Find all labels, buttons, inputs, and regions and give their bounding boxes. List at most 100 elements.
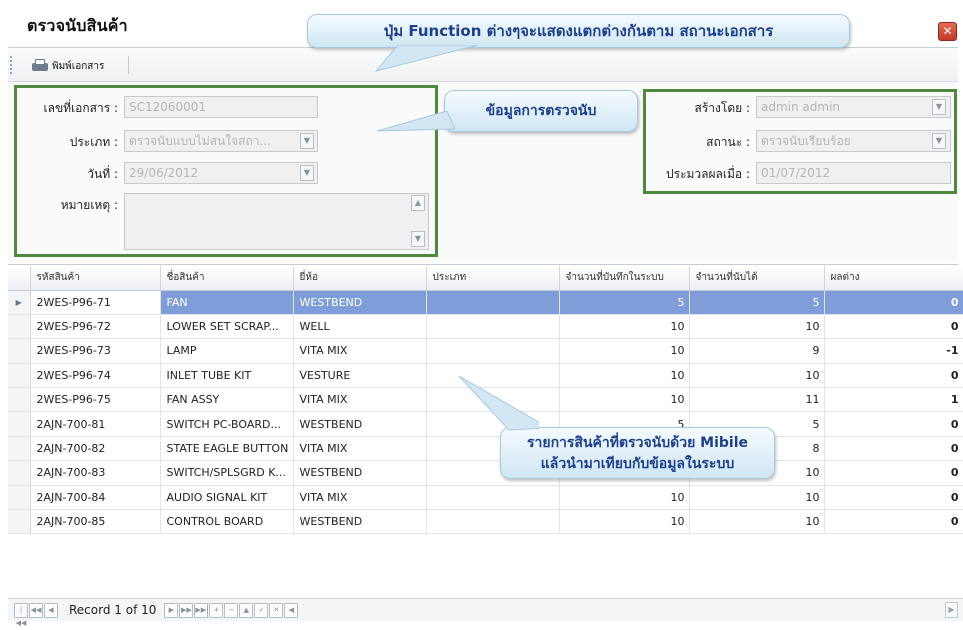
column-header-counted-qty[interactable]: จำนวนที่นับได้ — [689, 266, 825, 291]
row-indicator[interactable] — [8, 509, 31, 535]
cell-name[interactable]: SWITCH/SPLSGRD K... — [160, 460, 294, 486]
delete-record-button[interactable]: − — [224, 602, 239, 618]
first-record-button[interactable]: |◀◀ — [14, 602, 28, 627]
cell-name[interactable]: STATE EAGLE BUTTON — [160, 436, 294, 462]
type-field[interactable]: ตรวจนับแบบไม่สนใจสถา... — [124, 130, 318, 152]
cell-name[interactable]: FAN ASSY — [160, 387, 294, 413]
doc-no-field[interactable]: SC12060001 — [124, 96, 318, 118]
cell-diff[interactable]: 0 — [824, 460, 963, 486]
cell-name[interactable]: AUDIO SIGNAL KIT — [160, 485, 294, 511]
cell-system-qty[interactable]: 10 — [559, 363, 690, 389]
print-document-button[interactable]: พิมพ์เอกสาร — [28, 56, 108, 76]
cell-diff[interactable]: 1 — [824, 387, 963, 413]
cell-counted-qty[interactable]: 10 — [689, 314, 825, 340]
cell-type[interactable] — [426, 290, 560, 315]
cell-type[interactable] — [426, 338, 560, 364]
edit-record-button[interactable]: ▲ — [239, 602, 254, 618]
row-indicator[interactable] — [8, 338, 31, 364]
cell-name[interactable]: INLET TUBE KIT — [160, 363, 294, 389]
cell-counted-qty[interactable]: 5 — [689, 290, 825, 315]
cell-name[interactable]: FAN — [160, 290, 294, 315]
cell-system-qty[interactable]: 10 — [559, 387, 690, 413]
cell-name[interactable]: SWITCH PC-BOARD... — [160, 411, 294, 437]
cell-diff[interactable]: 0 — [824, 411, 963, 437]
table-row[interactable]: ▶ 2WES-P96-71 FAN WESTBEND 5 5 0 — [8, 290, 963, 315]
row-indicator[interactable] — [8, 485, 31, 511]
cell-diff[interactable]: 0 — [824, 485, 963, 511]
scroll-right-button[interactable]: ▶ — [945, 602, 958, 618]
cell-code[interactable]: 2AJN-700-81 — [30, 411, 161, 437]
cell-code[interactable]: 2AJN-700-83 — [30, 460, 161, 486]
column-header-name[interactable]: ชื่อสินค้า — [160, 266, 294, 291]
cell-diff[interactable]: -1 — [824, 338, 963, 364]
cell-code[interactable]: 2WES-P96-75 — [30, 387, 161, 413]
next-page-button[interactable]: ▶▶ — [179, 602, 194, 618]
toolbar-grip[interactable] — [10, 56, 13, 74]
row-indicator[interactable] — [8, 436, 31, 462]
date-dropdown-button[interactable]: ▼ — [300, 165, 314, 181]
cell-brand[interactable]: VITA MIX — [293, 485, 427, 511]
row-indicator[interactable] — [8, 460, 31, 486]
cell-counted-qty[interactable]: 10 — [689, 363, 825, 389]
table-row[interactable]: 2AJN-700-82 STATE EAGLE BUTTON VITA MIX 8 0 — [8, 436, 963, 462]
note-textarea[interactable] — [124, 193, 429, 250]
cell-system-qty[interactable]: 10 — [559, 314, 690, 340]
cell-system-qty[interactable]: 10 — [559, 509, 690, 535]
column-header-system-qty[interactable]: จำนวนที่บันทึกในระบบ — [559, 266, 690, 291]
cell-brand[interactable]: VESTURE — [293, 363, 427, 389]
cell-diff[interactable]: 0 — [824, 363, 963, 389]
column-header-brand[interactable]: ยี่ห้อ — [293, 266, 427, 291]
save-record-button[interactable]: ✓ — [254, 602, 269, 618]
cell-system-qty[interactable]: 5 — [559, 290, 690, 315]
cell-code[interactable]: 2WES-P96-72 — [30, 314, 161, 340]
cell-diff[interactable]: 0 — [824, 436, 963, 462]
previous-page-button[interactable]: ◀◀ — [29, 602, 43, 618]
cell-brand[interactable]: VITA MIX — [293, 387, 427, 413]
cell-code[interactable]: 2WES-P96-71 — [30, 290, 161, 315]
cell-brand[interactable]: WESTBEND — [293, 411, 427, 437]
previous-record-button[interactable]: ◀ — [44, 602, 58, 618]
created-by-dropdown-button[interactable]: ▼ — [932, 99, 946, 115]
cell-diff[interactable]: 0 — [824, 314, 963, 340]
column-header-code[interactable]: รหัสสินค้า — [30, 266, 161, 291]
cell-counted-qty[interactable]: 10 — [689, 485, 825, 511]
cell-type[interactable] — [426, 485, 560, 511]
cell-system-qty[interactable]: 10 — [559, 338, 690, 364]
processed-field[interactable]: 01/07/2012 — [756, 162, 951, 184]
close-button[interactable]: ✕ — [938, 22, 957, 41]
cell-brand[interactable]: VITA MIX — [293, 338, 427, 364]
cell-system-qty[interactable]: 10 — [559, 485, 690, 511]
cell-brand[interactable]: WESTBEND — [293, 509, 427, 535]
status-field[interactable]: ตรวจนับเรียบร้อย — [756, 130, 951, 152]
last-record-button[interactable]: ▶▶| — [194, 602, 209, 618]
status-dropdown-button[interactable]: ▼ — [932, 133, 946, 149]
cell-code[interactable]: 2AJN-700-84 — [30, 485, 161, 511]
cell-brand[interactable]: VITA MIX — [293, 436, 427, 462]
next-record-button[interactable]: ▶ — [164, 602, 179, 618]
note-scroll-up-button[interactable]: ▲ — [411, 195, 425, 211]
cell-code[interactable]: 2AJN-700-82 — [30, 436, 161, 462]
table-row[interactable]: 2AJN-700-83 SWITCH/SPLSGRD K... WESTBEND 10… — [8, 460, 963, 486]
type-dropdown-button[interactable]: ▼ — [300, 133, 314, 149]
cell-counted-qty[interactable]: 10 — [689, 509, 825, 535]
scroll-left-button[interactable]: ◀ — [284, 602, 299, 618]
cell-name[interactable]: LOWER SET SCRAP... — [160, 314, 294, 340]
cell-type[interactable] — [426, 314, 560, 340]
date-field[interactable]: 29/06/2012 — [124, 162, 318, 184]
cell-name[interactable]: LAMP — [160, 338, 294, 364]
row-indicator[interactable] — [8, 411, 31, 437]
cell-diff[interactable]: 0 — [824, 509, 963, 535]
cell-code[interactable]: 2WES-P96-73 — [30, 338, 161, 364]
cell-type[interactable] — [426, 509, 560, 535]
cell-name[interactable]: CONTROL BOARD — [160, 509, 294, 535]
add-record-button[interactable]: + — [209, 602, 224, 618]
cell-code[interactable]: 2AJN-700-85 — [30, 509, 161, 535]
row-indicator[interactable] — [8, 387, 31, 413]
table-row[interactable]: 2WES-P96-72 LOWER SET SCRAP... WELL 10 10 0 — [8, 314, 963, 340]
cell-brand[interactable]: WESTBEND — [293, 460, 427, 486]
column-header-type[interactable]: ประเภท — [426, 266, 560, 291]
cell-code[interactable]: 2WES-P96-74 — [30, 363, 161, 389]
cell-brand[interactable]: WELL — [293, 314, 427, 340]
table-row[interactable]: 2AJN-700-85 CONTROL BOARD WESTBEND 10 10 0 — [8, 509, 963, 535]
table-row[interactable]: 2WES-P96-73 LAMP VITA MIX 10 9 -1 — [8, 338, 963, 364]
